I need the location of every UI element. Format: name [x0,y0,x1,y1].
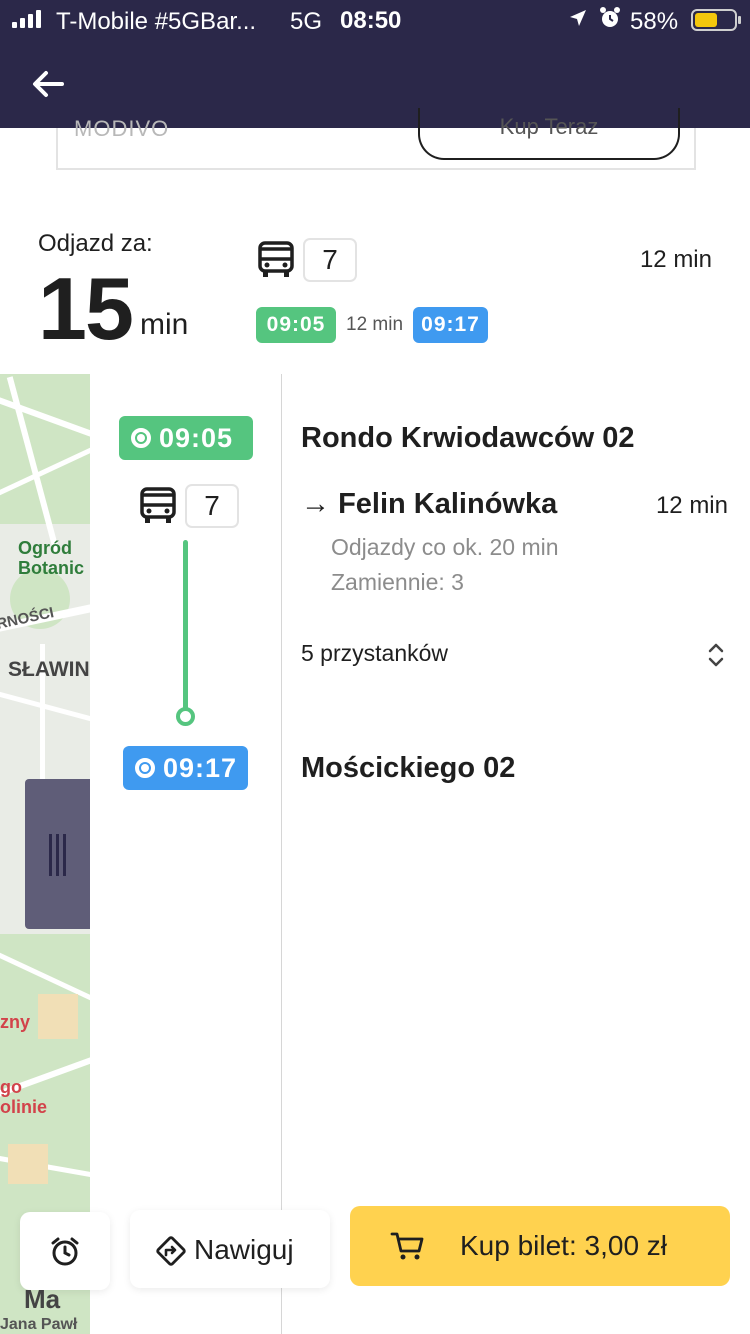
map-label: SŁAWIN [8,658,90,681]
alarm-clock-icon [51,1237,79,1266]
direction-name: Felin Kalinówka [338,488,558,520]
network-type: 5G [290,8,323,35]
map-label: RNOŚCI [0,604,56,633]
trip-duration: 12 min [639,246,712,273]
chevron-updown-icon[interactable] [706,640,726,670]
timeline-divider [281,374,282,1334]
location-arrow-icon [568,8,588,34]
departure-unit: min [140,308,189,341]
promo-buy-button[interactable]: Kup Teraz [418,108,680,160]
bus-icon [138,486,178,526]
end-time: 09:17 [163,753,238,783]
map-label: Ogród [18,538,72,558]
carrier-name: T-Mobile #5GBar... [56,8,257,35]
navigate-button[interactable]: Nawiguj [130,1210,330,1288]
direction: → Felin Kalinówka [301,488,557,521]
back-button[interactable] [28,64,68,104]
departure-label: Odjazd za: [38,230,153,257]
directions-icon [156,1236,186,1266]
depart-time-badge: 09:05 [256,307,336,343]
buy-ticket-label: Kup bilet: 3,00 zł [460,1230,668,1261]
line-badge: 7 [303,238,357,282]
map-label: olinie [0,1097,48,1117]
navigate-label: Nawiguj [194,1234,294,1265]
end-time-badge: 09:17 [123,746,248,790]
end-stop-name: Mościckiego 02 [301,752,516,784]
map-label: Jana Pawł [0,1316,78,1333]
start-time-badge: 09:05 [119,416,253,460]
status-bar: T-Mobile #5GBar... 5G 08:50 58% [0,0,750,40]
map-label: zny [0,1012,31,1032]
bus-icon [256,240,296,280]
start-stop-name: Rondo Krwiodawców 02 [301,422,635,454]
battery-icon [691,9,741,31]
arrive-time-badge: 09:17 [413,307,488,343]
departure-summary: Odjazd za: 15 min 7 12 min 09:05 12 min … [0,200,750,372]
alarm-button[interactable] [20,1212,110,1290]
stops-toggle[interactable]: 5 przystanków [301,640,448,667]
buy-ticket-button[interactable]: Kup bilet: 3,00 zł [350,1206,730,1286]
drag-handle[interactable] [25,779,90,929]
map-label: go [0,1077,22,1097]
promo-provider: MODIVO [74,116,170,141]
route-end-marker [176,707,195,726]
signal-icon [12,10,41,28]
route-details: 09:05 Rondo Krwiodawców 02 7 → Felin Kal… [90,374,750,1334]
alternatives-text: Zamiennie: 3 [331,569,464,595]
start-time: 09:05 [159,423,234,453]
stop-marker-icon [135,758,155,778]
leg-duration: 12 min [655,492,728,519]
segment-duration: 12 min [346,314,404,335]
line-badge: 7 [185,484,239,528]
promo-card: MODIVO Kup Teraz [56,108,696,170]
route-line [183,540,188,712]
cart-icon [390,1232,424,1260]
map-view[interactable]: Ogród Botanic RNOŚCI SŁAWIN zny go olini… [0,374,90,1334]
clock: 08:50 [340,7,402,34]
map-label: Botanic [18,558,85,578]
arrow-left-icon [33,71,64,97]
battery-percent: 58% [630,8,679,35]
departure-countdown: 15 [38,259,134,358]
frequency-text: Odjazdy co ok. 20 min [331,534,559,560]
direction-arrow-icon: → [301,488,330,520]
stop-marker-icon [131,428,151,448]
alarm-clock-icon [598,6,622,36]
